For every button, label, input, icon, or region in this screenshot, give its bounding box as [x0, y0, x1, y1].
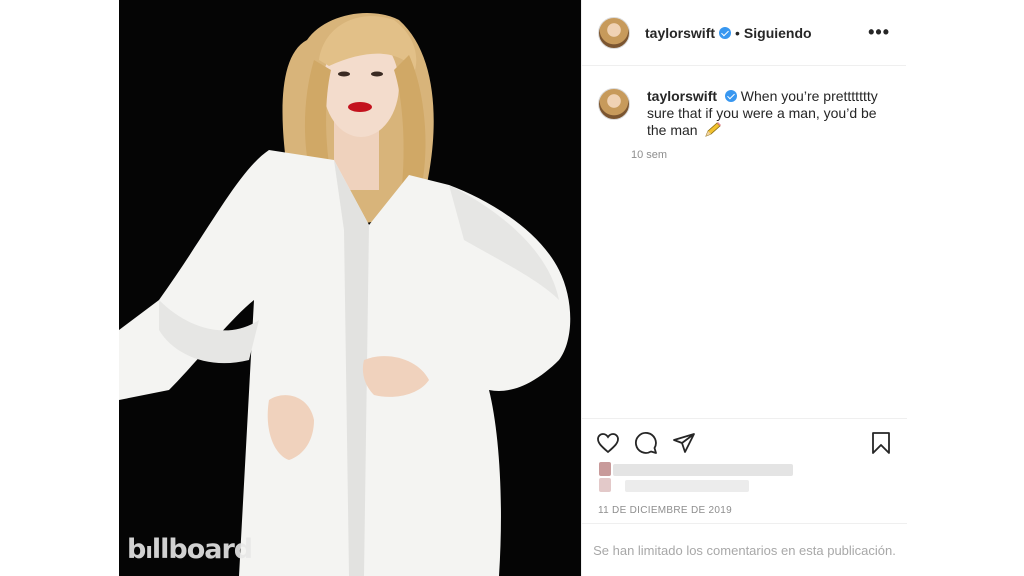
header-username[interactable]: taylorswift: [645, 25, 715, 41]
avatar[interactable]: [598, 16, 630, 49]
photo-illustration: [119, 0, 581, 576]
more-options-icon[interactable]: •••: [868, 22, 890, 43]
post-photo[interactable]: bıllboard: [119, 0, 581, 576]
comments-limited-notice: Se han limitado los comentarios en esta …: [582, 523, 907, 576]
caption-text-block: taylorswift When you’re prettttttty sure…: [647, 88, 890, 139]
billboard-watermark-logo: bıllboard: [127, 534, 253, 565]
action-bar: [582, 418, 907, 466]
separator-dot: •: [735, 24, 740, 41]
comment-icon[interactable]: [634, 431, 658, 455]
post-time-ago: 10 sem: [631, 149, 668, 161]
heart-icon[interactable]: [596, 431, 620, 455]
likes-summary-blurred: [599, 462, 799, 494]
instagram-post: bıllboard taylorswift • Siguiendo ••• ta…: [119, 0, 907, 576]
verified-badge-icon: [719, 26, 732, 39]
post-header: taylorswift • Siguiendo •••: [582, 0, 906, 66]
caption: taylorswift When you’re prettttttty sure…: [582, 66, 906, 139]
post-side-panel: taylorswift • Siguiendo ••• taylorswift …: [581, 0, 907, 576]
post-date: 11 DE DICIEMBRE DE 2019: [598, 505, 732, 516]
pencil-emoji-icon: [705, 122, 722, 137]
following-button[interactable]: Siguiendo: [744, 25, 812, 41]
caption-verified-badge-icon: [724, 90, 737, 102]
caption-username[interactable]: taylorswift: [647, 88, 717, 104]
caption-avatar[interactable]: [598, 88, 630, 120]
bookmark-icon[interactable]: [869, 431, 893, 455]
paper-plane-icon[interactable]: [672, 431, 696, 455]
